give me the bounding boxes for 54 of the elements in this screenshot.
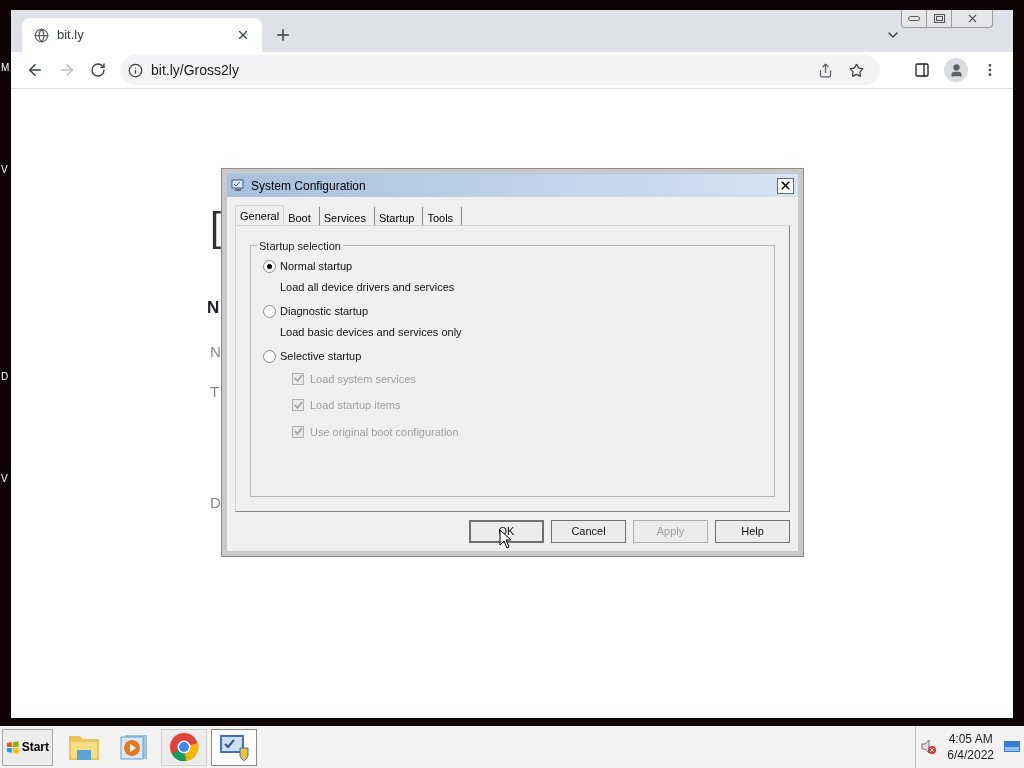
radio-button[interactable] xyxy=(263,259,276,273)
page-text: D xyxy=(210,493,221,513)
desktop-icon-label: D xyxy=(1,370,9,384)
dialog-button[interactable]: Cancel xyxy=(551,520,626,543)
dialog-tab[interactable]: Tools xyxy=(423,207,463,225)
app-icon xyxy=(231,179,245,192)
radio-button[interactable] xyxy=(263,304,276,318)
globe-icon xyxy=(34,27,49,43)
page-text: T xyxy=(210,382,220,402)
clock-time: 4:05 AM xyxy=(948,731,993,747)
page-text: [ xyxy=(210,207,222,247)
url-text: bit.ly/Gross2ly xyxy=(151,60,240,80)
new-tab-icon[interactable] xyxy=(274,26,292,44)
chrome-icon xyxy=(169,732,199,762)
start-button[interactable]: Start xyxy=(2,728,53,766)
muted-speaker-icon xyxy=(921,739,938,755)
radio-label[interactable]: Diagnostic startup xyxy=(280,303,369,320)
show-desktop-icon[interactable] xyxy=(1004,740,1020,754)
dialog-button[interactable]: Help xyxy=(715,520,790,543)
back-icon[interactable] xyxy=(26,61,44,79)
dialog-tab[interactable]: Services xyxy=(319,207,375,225)
monitor-shield-icon xyxy=(218,732,250,762)
share-icon[interactable] xyxy=(818,62,833,78)
option-description: Load all device drivers and services xyxy=(280,279,456,295)
dialog-tab[interactable]: Boot xyxy=(284,207,320,225)
profile-avatar[interactable] xyxy=(944,58,968,82)
windows-logo-icon xyxy=(6,740,20,754)
dialog-tab[interactable]: General xyxy=(235,205,285,225)
radio-label[interactable]: Normal startup xyxy=(280,258,353,275)
browser-tab[interactable]: bit.ly xyxy=(22,18,262,52)
taskbar-app[interactable] xyxy=(211,728,257,766)
tab-title: bit.ly xyxy=(57,26,85,45)
desktop-icon-label: V xyxy=(1,163,8,177)
reload-icon[interactable] xyxy=(90,62,106,78)
close-icon[interactable] xyxy=(236,28,250,42)
radio-button[interactable] xyxy=(263,349,276,363)
start-label: Start xyxy=(21,739,49,756)
clock-date: 6/4/2022 xyxy=(947,747,994,763)
desktop-icon-label: V xyxy=(1,472,8,486)
page-text: N xyxy=(207,297,220,319)
bookmark-star-icon[interactable] xyxy=(849,62,864,78)
desktop-icon-label: M xyxy=(1,61,10,75)
info-icon[interactable] xyxy=(128,62,143,78)
option-description: Load basic devices and services only xyxy=(280,324,463,340)
dialog-title: System Configuration xyxy=(251,177,367,195)
address-bar[interactable]: bit.ly/Gross2ly xyxy=(120,55,880,85)
page-text: N xyxy=(210,342,221,362)
radio-label[interactable]: Selective startup xyxy=(280,348,362,365)
close-button[interactable] xyxy=(777,177,794,194)
close-icon xyxy=(779,179,792,192)
taskbar-app[interactable] xyxy=(161,728,207,766)
side-panel-icon[interactable] xyxy=(914,62,930,78)
dialog-tab[interactable]: Startup xyxy=(374,207,424,225)
media-player-icon xyxy=(119,732,149,762)
